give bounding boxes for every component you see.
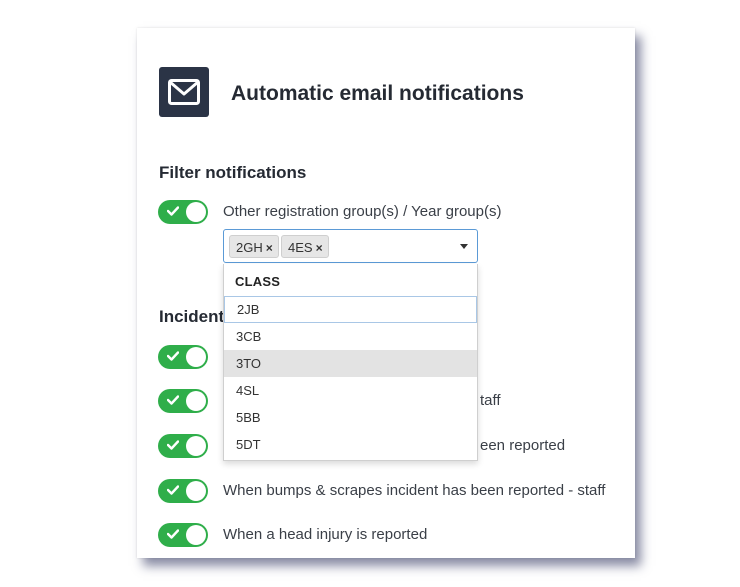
toggle-knob	[186, 436, 206, 456]
check-icon	[167, 485, 179, 495]
check-icon	[167, 206, 179, 216]
registration-group-label: Other registration group(s) / Year group…	[223, 203, 502, 220]
incident-toggle[interactable]	[158, 523, 208, 547]
incident-label: When a head injury is reported	[223, 526, 428, 543]
incident-toggle[interactable]	[158, 434, 208, 458]
selected-tag: 2GH ×	[229, 235, 279, 258]
incident-label: When bumps & scrapes incident has been r…	[223, 482, 606, 499]
toggle-knob	[186, 391, 206, 411]
check-icon	[167, 529, 179, 539]
incident-label: een reported	[480, 437, 566, 454]
tag-label: 2GH	[236, 240, 263, 255]
remove-tag-icon[interactable]: ×	[266, 241, 273, 255]
notifications-card: Automatic email notifications Filter not…	[137, 28, 635, 558]
incident-label: taff	[480, 392, 501, 409]
group-multiselect[interactable]: 2GH × 4ES ×	[223, 229, 478, 263]
filter-heading: Filter notifications	[159, 163, 307, 182]
card-title: Automatic email notifications	[231, 82, 524, 105]
dropdown-option[interactable]: 3CB	[224, 323, 477, 350]
dropdown-option[interactable]: 4SL	[224, 377, 477, 404]
registration-group-toggle[interactable]	[158, 200, 208, 224]
incident-toggle[interactable]	[158, 389, 208, 413]
dropdown-option[interactable]: 3TO	[224, 350, 477, 377]
toggle-knob	[186, 525, 206, 545]
toggle-knob	[186, 202, 206, 222]
remove-tag-icon[interactable]: ×	[316, 241, 323, 255]
group-dropdown-menu: CLASS 2JB 3CB 3TO 4SL 5BB 5DT	[223, 264, 478, 461]
check-icon	[167, 395, 179, 405]
toggle-knob	[186, 481, 206, 501]
incident-toggle[interactable]	[158, 345, 208, 369]
selected-tag: 4ES ×	[281, 235, 329, 258]
dropdown-option[interactable]: 2JB	[224, 296, 477, 323]
dropdown-group-header: CLASS	[235, 274, 281, 289]
tag-label: 4ES	[288, 240, 313, 255]
dropdown-option[interactable]: 5DT	[224, 431, 477, 458]
chevron-down-icon[interactable]	[460, 244, 468, 249]
toggle-knob	[186, 347, 206, 367]
dropdown-option[interactable]: 5BB	[224, 404, 477, 431]
check-icon	[167, 440, 179, 450]
incident-toggle[interactable]	[158, 479, 208, 503]
envelope-icon	[159, 67, 209, 117]
incident-heading: Incident	[159, 307, 225, 326]
check-icon	[167, 351, 179, 361]
